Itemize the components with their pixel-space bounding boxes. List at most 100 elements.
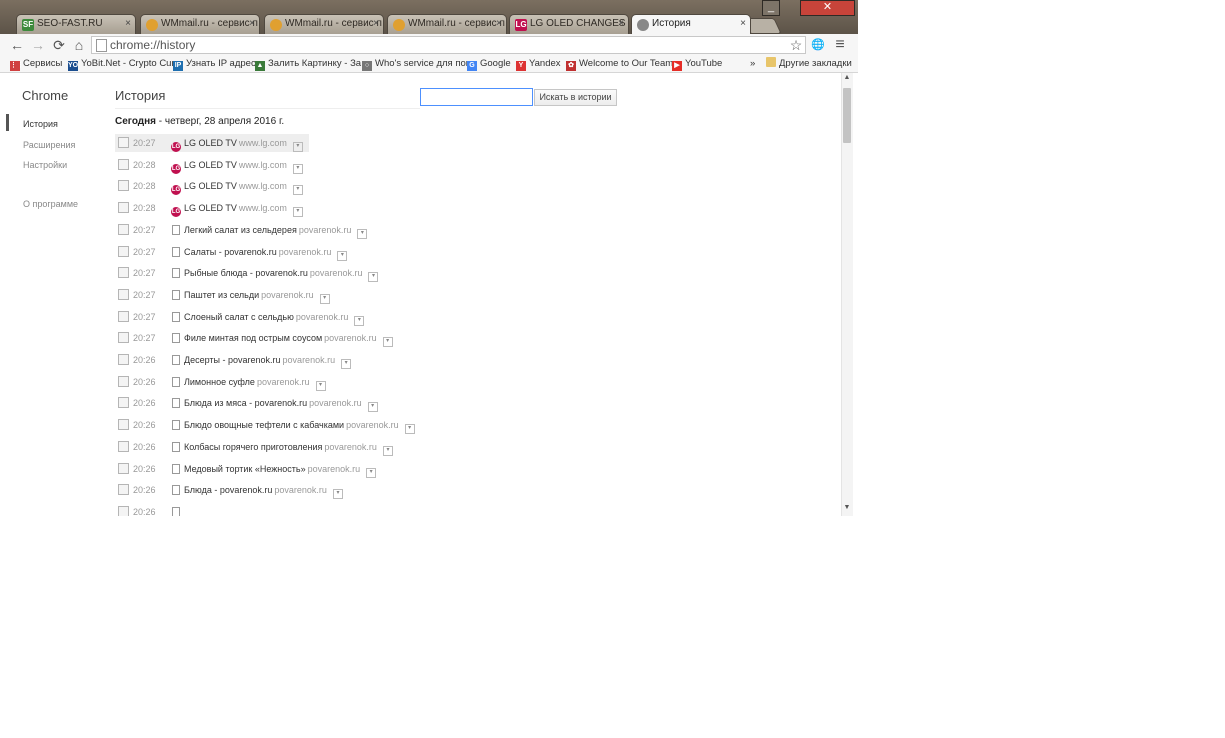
entry-checkbox[interactable]	[118, 462, 129, 474]
entry-title-link[interactable]: Филе минтая под острым соусом	[184, 333, 322, 343]
entry-domain: povarenok.ru	[324, 441, 377, 452]
entry-title-link[interactable]: LG OLED TV	[184, 181, 237, 191]
entry-domain: www.lg.com	[238, 159, 287, 170]
minimize-button[interactable]: _	[762, 0, 780, 16]
entry-checkbox[interactable]	[118, 245, 129, 257]
close-tab-icon[interactable]: ×	[740, 18, 746, 29]
sidebar-item-settings[interactable]: Настройки	[23, 160, 67, 170]
entry-checkbox[interactable]	[118, 419, 129, 431]
home-icon[interactable]: ⌂	[70, 36, 88, 54]
entry-title-link[interactable]: Блюда из мяса - povarenok.ru	[184, 398, 307, 408]
entry-checkbox[interactable]	[118, 223, 129, 235]
entry-title-link[interactable]: Лимонное суфле	[184, 377, 255, 387]
entry-menu-icon[interactable]: ▾	[382, 445, 393, 456]
globe-icon[interactable]: 🌐	[809, 36, 827, 54]
close-window-button[interactable]: ✕	[800, 0, 855, 16]
entry-menu-icon[interactable]: ▾	[366, 467, 377, 478]
entry-checkbox[interactable]	[118, 375, 129, 387]
back-icon[interactable]: ←	[8, 36, 26, 54]
entry-checkbox[interactable]	[118, 137, 129, 148]
close-tab-icon[interactable]: ×	[249, 18, 255, 29]
entry-checkbox[interactable]	[118, 505, 129, 516]
entry-menu-icon[interactable]: ▾	[382, 337, 393, 348]
lg-icon: LG	[171, 142, 181, 152]
entry-menu-icon[interactable]: ▾	[341, 359, 352, 369]
entry-checkbox[interactable]	[118, 484, 129, 496]
scroll-down-icon[interactable]: ▼	[842, 504, 852, 511]
entry-menu-icon[interactable]: ▾	[337, 250, 348, 261]
bookmark-item[interactable]: ▲ Залить Картинку - За	[255, 57, 361, 71]
scrollbar-thumb[interactable]	[843, 88, 851, 143]
bookmark-item[interactable]: YO YoBit.Net - Crypto Curr	[68, 57, 178, 71]
bookmark-item[interactable]: ▶ YouTube	[672, 57, 722, 71]
close-tab-icon[interactable]: ×	[618, 18, 624, 29]
entry-title-link[interactable]: Медовый тортик «Нежность»	[184, 464, 306, 474]
entry-title-link[interactable]: Колбасы горячего приготовления	[184, 442, 322, 452]
entry-menu-icon[interactable]: ▾	[292, 163, 303, 174]
tab-3[interactable]: WMmail.ru - сервис п ×	[264, 14, 384, 34]
history-entry: 20:27 LG LG OLED TV www.lg.com ▾	[115, 134, 309, 152]
tab-4[interactable]: WMmail.ru - сервис п ×	[387, 14, 507, 34]
entry-menu-icon[interactable]: ▾	[404, 424, 415, 435]
entry-checkbox[interactable]	[118, 332, 129, 344]
entry-menu-icon[interactable]: ▾	[367, 402, 378, 413]
entry-menu-icon[interactable]: ▾	[332, 489, 343, 500]
bookmarks-overflow-button[interactable]: »	[750, 57, 755, 71]
entry-title-link[interactable]: Слоеный салат с сельдью	[184, 312, 294, 322]
entry-checkbox[interactable]	[118, 354, 129, 365]
entry-menu-icon[interactable]: ▾	[319, 293, 330, 304]
entry-title-link[interactable]: Салаты - povarenok.ru	[184, 247, 277, 257]
sidebar-item-history[interactable]: История	[23, 119, 58, 129]
entry-checkbox[interactable]	[118, 310, 129, 322]
bookmark-item[interactable]: Y Yandex	[516, 57, 561, 71]
entry-title-link[interactable]: Блюда - povarenok.ru	[184, 485, 272, 495]
tab-6[interactable]: История ×	[631, 14, 751, 34]
entry-menu-icon[interactable]: ▾	[357, 228, 368, 239]
tab-5[interactable]: LG LG OLED CHANGES E ×	[509, 14, 629, 34]
entry-checkbox[interactable]	[118, 397, 129, 409]
tab-1[interactable]: SF SEO-FAST.RU ×	[16, 14, 136, 34]
entry-menu-icon[interactable]: ▾	[292, 142, 303, 152]
menu-icon[interactable]: ≡	[831, 36, 849, 54]
entry-menu-icon[interactable]: ▾	[292, 207, 303, 218]
entry-checkbox[interactable]	[118, 267, 129, 279]
entry-title-link[interactable]: Блюдо овощные тефтели с кабачками	[184, 420, 344, 430]
bookmark-item[interactable]: ✿ Welcome to Our Team	[566, 57, 673, 71]
entry-menu-icon[interactable]: ▾	[354, 315, 365, 326]
entry-title-link[interactable]: LG OLED TV	[184, 160, 237, 170]
entry-checkbox[interactable]	[118, 440, 129, 452]
other-bookmarks[interactable]: Другие закладки	[766, 57, 852, 71]
bookmark-item[interactable]: IP Узнать IP адрес	[173, 57, 256, 71]
bookmark-item[interactable]: ⋮⋮Сервисы	[10, 57, 62, 71]
bookmark-label: Залить Картинку - За	[268, 58, 362, 69]
entry-checkbox[interactable]	[118, 180, 129, 192]
page-icon	[172, 463, 180, 474]
entry-menu-icon[interactable]: ▾	[368, 272, 379, 283]
entry-title-link[interactable]: Десерты - povarenok.ru	[184, 355, 281, 365]
address-bar[interactable]: chrome://history	[91, 36, 806, 54]
history-search-input[interactable]	[420, 88, 533, 106]
tab-2[interactable]: WMmail.ru - сервис п ×	[140, 14, 260, 34]
sidebar-item-about[interactable]: О программе	[23, 199, 78, 209]
entry-checkbox[interactable]	[118, 202, 129, 214]
sidebar-item-extensions[interactable]: Расширения	[23, 140, 75, 150]
forward-icon[interactable]: →	[29, 36, 47, 54]
entry-title-link[interactable]: LG OLED TV	[184, 203, 237, 213]
scroll-up-icon[interactable]: ▲	[842, 74, 852, 81]
bookmark-item[interactable]: ○ Who's service для пок	[362, 57, 470, 71]
entry-title-link[interactable]: LG OLED TV	[184, 138, 237, 148]
reload-icon[interactable]: ⟳	[50, 36, 68, 54]
entry-title-link[interactable]: Паштет из сельди	[184, 290, 259, 300]
entry-menu-icon[interactable]: ▾	[315, 380, 326, 391]
entry-checkbox[interactable]	[118, 158, 129, 170]
close-tab-icon[interactable]: ×	[496, 18, 502, 29]
search-history-button[interactable]: Искать в истории	[534, 89, 617, 106]
entry-title-link[interactable]: Легкий салат из сельдерея	[184, 225, 297, 235]
close-tab-icon[interactable]: ×	[373, 18, 379, 29]
entry-checkbox[interactable]	[118, 288, 129, 300]
bookmark-item[interactable]: G Google	[467, 57, 511, 71]
entry-menu-icon[interactable]: ▾	[292, 185, 303, 196]
star-icon[interactable]: ☆	[787, 36, 805, 54]
close-tab-icon[interactable]: ×	[125, 18, 131, 29]
entry-title-link[interactable]: Рыбные блюда - povarenok.ru	[184, 268, 308, 278]
